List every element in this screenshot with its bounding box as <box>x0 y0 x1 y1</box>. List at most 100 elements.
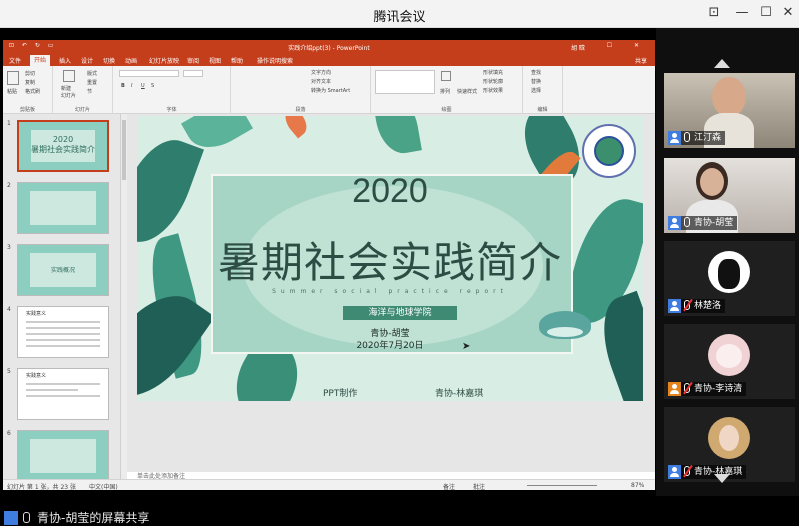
cut-button[interactable]: 剪切 <box>25 70 35 77</box>
arrange-icon[interactable] <box>441 71 451 81</box>
copy-button[interactable]: 复制 <box>25 79 35 86</box>
ribbon-group-drawing: 排列 快速样式 形状填充 形状轮廓 形状效果 绘图 <box>371 66 523 114</box>
scroll-down-icon[interactable] <box>714 474 730 483</box>
font-name-box[interactable] <box>119 70 179 77</box>
slide-title[interactable]: 暑期社会实践简介 <box>137 229 643 290</box>
maximize-button[interactable]: ☐ <box>756 4 776 22</box>
tab-view[interactable]: 视图 <box>209 56 221 65</box>
user-icon <box>668 382 681 396</box>
drawing-label: 绘图 <box>441 107 452 113</box>
thumb-title: 实践意义 <box>26 311 47 317</box>
user-icon <box>668 216 681 230</box>
ribbon-group-editing: 查找 替换 选择 编辑 <box>523 66 563 114</box>
minimize-button[interactable]: — <box>732 4 752 22</box>
scrollbar-thumb[interactable] <box>122 120 126 180</box>
participant-tile[interactable]: 林楚洛 <box>664 241 795 316</box>
reset-button[interactable]: 重置 <box>87 79 97 86</box>
quick-styles-button[interactable]: 快速样式 <box>457 88 477 95</box>
thumb-inner <box>30 191 96 225</box>
shape-effects-button[interactable]: 形状效果 <box>483 87 503 94</box>
participant-name-bar: 江汀森 <box>668 131 726 145</box>
participant-avatar <box>708 334 750 376</box>
paste-icon[interactable] <box>7 71 19 85</box>
slide-thumbnail-1[interactable]: 2020 暑期社会实践简介 <box>17 120 109 172</box>
slide-thumbnail-4[interactable]: 实践意义 <box>17 306 109 358</box>
ribbon-group-clipboard: 粘贴 剪切 复制 格式刷 剪贴板 <box>3 66 53 114</box>
find-button[interactable]: 查找 <box>531 69 541 76</box>
replace-button[interactable]: 替换 <box>531 78 541 85</box>
participant-tile[interactable]: 青协-林嘉琪 <box>664 407 795 482</box>
ppt-share-button[interactable]: 共享 <box>635 56 647 65</box>
thumb-text-line <box>26 321 100 323</box>
shapes-gallery[interactable] <box>375 70 435 94</box>
new-slide-button[interactable]: 新建 幻灯片 <box>61 85 76 99</box>
paragraph-label: 段落 <box>295 107 306 113</box>
slide-thumbnail-2[interactable] <box>17 182 109 234</box>
tab-review[interactable]: 审阅 <box>187 56 199 65</box>
participant-name: 江汀森 <box>694 133 722 143</box>
mic-muted-icon <box>684 299 690 310</box>
bold-button[interactable]: B <box>121 83 125 89</box>
tab-help[interactable]: 帮助 <box>231 56 243 65</box>
shape-outline-button[interactable]: 形状轮廓 <box>483 78 503 85</box>
thumb-number: 5 <box>7 368 11 375</box>
ppt-window-controls[interactable]: — ☐ ✕ <box>579 42 649 49</box>
tab-slideshow[interactable]: 幻灯片放映 <box>149 56 179 65</box>
tab-home[interactable]: 开始 <box>30 55 51 66</box>
tab-design[interactable]: 设计 <box>81 56 93 65</box>
font-size-box[interactable] <box>183 70 203 77</box>
align-text-button[interactable]: 对齐文本 <box>311 78 331 85</box>
zoom-slider[interactable] <box>527 485 597 486</box>
layout-button[interactable]: 版式 <box>87 70 97 77</box>
slide-subtitle[interactable]: Summer social practice report <box>137 288 643 295</box>
tab-file[interactable]: 文件 <box>9 56 21 65</box>
slide-school-label[interactable]: 海洋与地球学院 <box>343 306 457 320</box>
pin-icon[interactable]: ⊡ <box>704 4 724 22</box>
slide-date[interactable]: 2020年7月20日 <box>137 338 643 351</box>
slide-maker[interactable]: 青协-林嘉琪 <box>435 386 483 399</box>
shape-fill-button[interactable]: 形状填充 <box>483 69 503 76</box>
underline-button[interactable]: U <box>141 83 145 89</box>
zoom-level[interactable]: 87% <box>631 482 644 489</box>
participant-name: 青协-胡莹 <box>694 218 734 228</box>
ppt-ribbon-tabs: 文件 开始 插入 设计 切换 动画 幻灯片放映 审阅 视图 帮助 操作说明搜索 … <box>3 54 655 66</box>
whale-illustration <box>539 311 591 339</box>
thumb-number: 3 <box>7 244 11 251</box>
text-direction-button[interactable]: 文字方向 <box>311 69 331 76</box>
slide-thumbnail-5[interactable]: 实践意义 <box>17 368 109 420</box>
slide-made-label[interactable]: PPT制作 <box>323 386 357 399</box>
thumb-text-line <box>26 389 78 391</box>
comments-toggle[interactable]: 批注 <box>473 482 485 490</box>
italic-button[interactable]: I <box>131 83 132 89</box>
slide-thumbnail-6[interactable] <box>17 430 109 479</box>
participant-video <box>712 77 746 117</box>
new-slide-icon[interactable] <box>63 70 75 82</box>
ppt-title-bar: ⊡ ↶ ↻ ▭ 实践介绍ppt(3) - PowerPoint 胡 晗 — ☐ … <box>3 40 655 54</box>
tell-me-search[interactable]: 操作说明搜索 <box>257 56 293 65</box>
smartart-button[interactable]: 转换为 SmartArt <box>311 87 350 94</box>
slide-thumbnail-3[interactable]: 实践概况 <box>17 244 109 296</box>
paste-button[interactable]: 粘贴 <box>7 88 17 95</box>
notes-toggle[interactable]: 备注 <box>443 482 455 490</box>
section-button[interactable]: 节 <box>87 88 92 95</box>
strikethrough-button[interactable]: S <box>151 83 154 89</box>
participant-tile[interactable]: 青协-李诗清 <box>664 324 795 399</box>
arrange-button[interactable]: 排列 <box>440 88 450 95</box>
participant-video <box>700 168 724 196</box>
slide-year[interactable]: 2020 <box>137 172 643 211</box>
format-painter-button[interactable]: 格式刷 <box>25 88 40 95</box>
language-indicator[interactable]: 中文(中国) <box>89 482 118 490</box>
participant-tile[interactable]: 江汀森 <box>664 73 795 148</box>
select-button[interactable]: 选择 <box>531 87 541 94</box>
tab-animations[interactable]: 动画 <box>125 56 137 65</box>
meeting-title-bar: 腾讯会议 ⊡ — ☐ ✕ <box>0 0 799 28</box>
avatar-figure <box>718 259 740 289</box>
participant-tile[interactable]: 青协-胡莹 <box>664 158 795 233</box>
tab-transitions[interactable]: 切换 <box>103 56 115 65</box>
screen-share-indicator: 青协-胡莹的屏幕共享 <box>0 508 656 526</box>
close-button[interactable]: ✕ <box>778 4 798 22</box>
current-slide[interactable]: 2020 暑期社会实践简介 Summer social practice rep… <box>137 116 643 401</box>
thumb-number: 1 <box>7 120 11 127</box>
tab-insert[interactable]: 插入 <box>59 56 71 65</box>
scroll-up-icon[interactable] <box>714 59 730 68</box>
